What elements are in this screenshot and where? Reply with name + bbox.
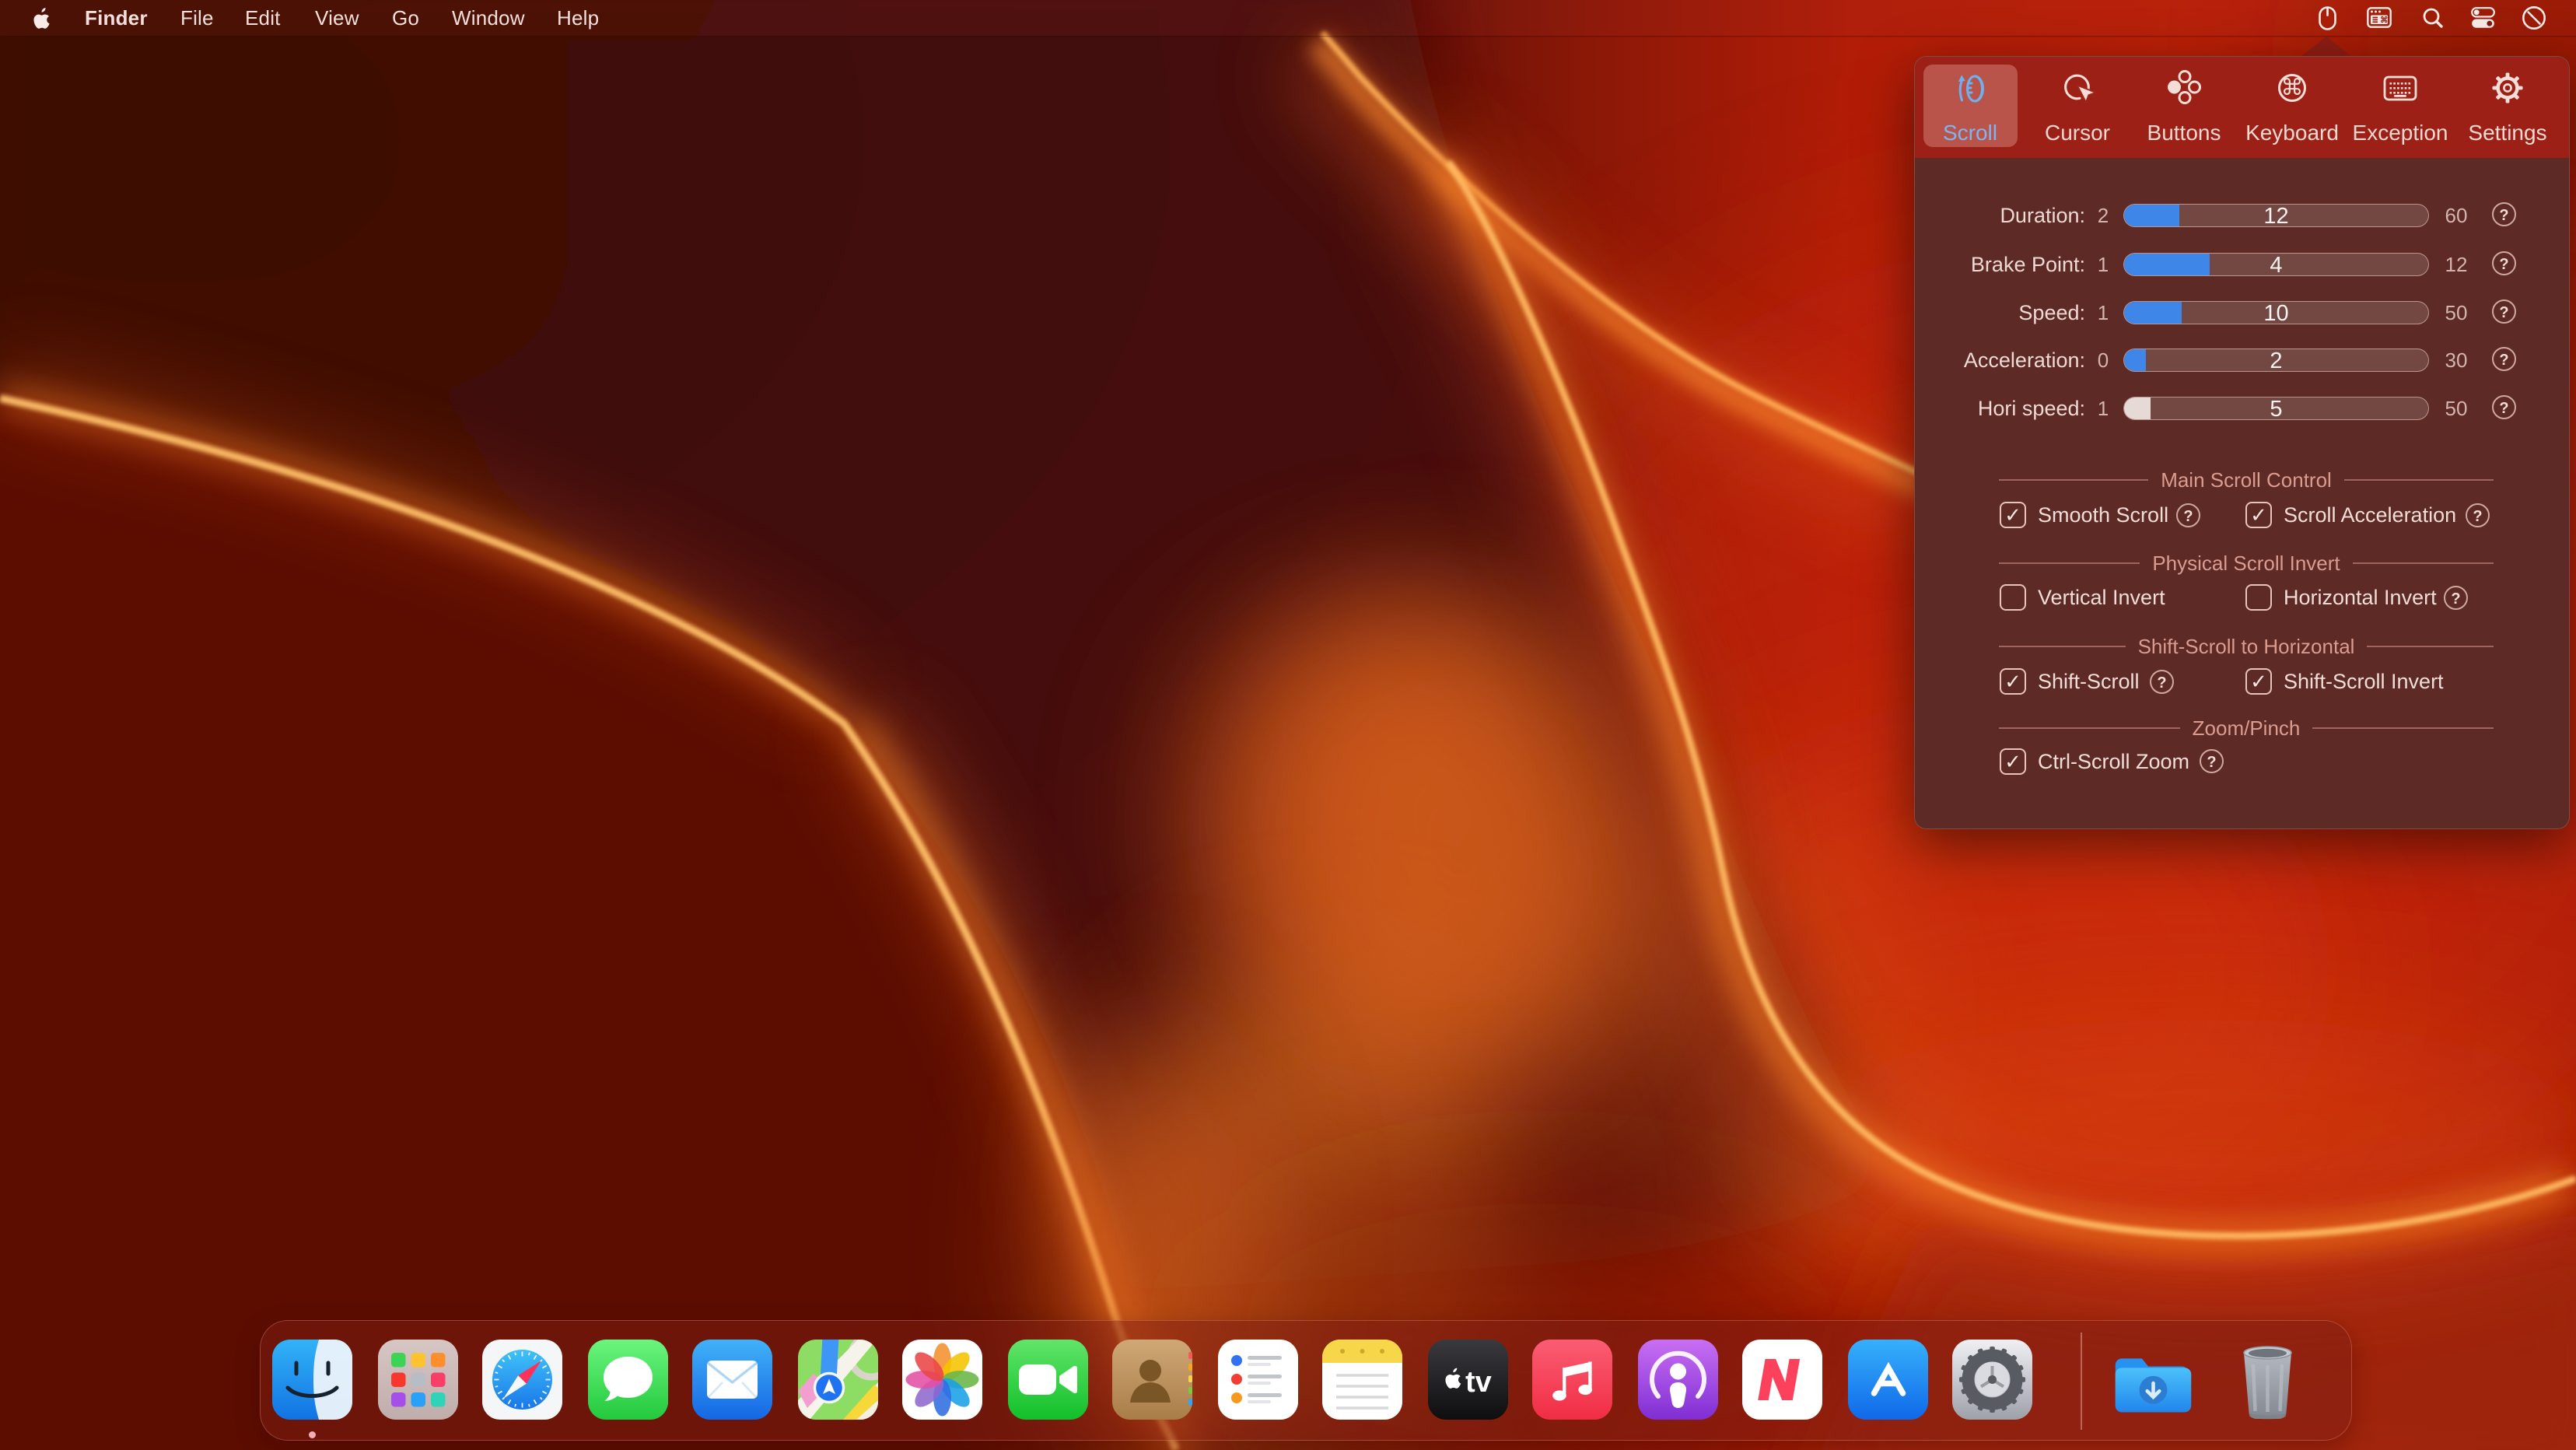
svg-text:⌘: ⌘ <box>2380 16 2389 25</box>
svg-text:⌘: ⌘ <box>2281 75 2304 100</box>
svg-text:tv: tv <box>1465 1366 1492 1399</box>
